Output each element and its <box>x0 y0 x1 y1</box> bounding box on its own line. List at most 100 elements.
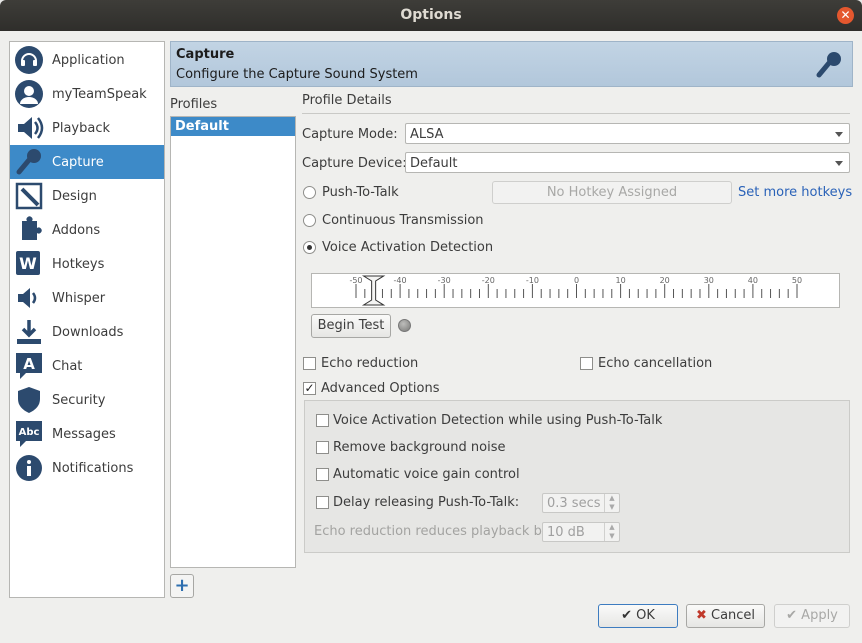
capture-device-select[interactable]: Default <box>405 152 850 173</box>
shield-icon <box>14 385 44 415</box>
sidebar-item-myteamspeak[interactable]: myTeamSpeak <box>10 77 164 111</box>
threshold-slider-handle[interactable] <box>361 275 386 306</box>
profile-details-title: Profile Details <box>302 93 392 108</box>
design-icon <box>14 181 44 211</box>
sidebar-item-design[interactable]: Design <box>10 179 164 213</box>
set-more-hotkeys-link[interactable]: Set more hotkeys <box>738 185 852 200</box>
delay-ptt-checkbox[interactable] <box>316 496 329 509</box>
options-window: Application myTeamSpeak Playback Capture… <box>0 31 862 643</box>
sidebar-item-label: Playback <box>52 120 111 136</box>
voice-activation-label: Voice Activation Detection <box>322 240 494 255</box>
user-icon <box>14 79 44 109</box>
sidebar-item-downloads[interactable]: Downloads <box>10 315 164 349</box>
keyboard-w-icon: W <box>14 249 44 279</box>
remove-noise-checkbox[interactable] <box>316 441 329 454</box>
page-header: Capture Configure the Capture Sound Syst… <box>170 41 853 87</box>
echo-reduction-label: Echo reduction <box>321 356 419 371</box>
info-icon <box>14 453 44 483</box>
speaker-icon <box>14 113 44 143</box>
voice-level-meter[interactable]: -50 -40 -30 -20 -10 0 10 20 30 40 50 <box>311 273 840 308</box>
echo-cancellation-checkbox[interactable] <box>580 357 593 370</box>
messages-icon: Abc <box>14 419 44 449</box>
sidebar-item-notifications[interactable]: Notifications <box>10 451 164 485</box>
sidebar-item-playback[interactable]: Playback <box>10 111 164 145</box>
echo-reduce-playback-label: Echo reduction reduces playback by: <box>314 524 553 539</box>
ok-label: OK <box>636 608 655 623</box>
push-to-talk-radio[interactable] <box>303 186 316 199</box>
capture-mode-select[interactable]: ALSA <box>405 123 850 144</box>
meter-tick-label: 30 <box>704 276 714 285</box>
svg-text:W: W <box>19 254 37 273</box>
chat-icon: A <box>14 351 44 381</box>
meter-tick-label: 40 <box>748 276 758 285</box>
close-button[interactable]: ✕ <box>837 7 854 24</box>
check-icon: ✔ <box>621 608 632 623</box>
delay-ptt-spinbox[interactable]: 0.3 secs ▲ ▼ <box>542 493 620 513</box>
sidebar-item-label: Design <box>52 188 97 204</box>
microphone-icon <box>814 50 844 80</box>
capture-mode-value: ALSA <box>410 127 444 142</box>
divider <box>302 113 850 114</box>
push-to-talk-label: Push-To-Talk <box>322 185 399 200</box>
sidebar-item-label: Messages <box>52 426 116 442</box>
meter-tick-label: -50 <box>349 276 362 285</box>
sidebar-item-addons[interactable]: Addons <box>10 213 164 247</box>
page-title: Capture <box>176 47 235 62</box>
hotkey-button[interactable]: No Hotkey Assigned <box>492 181 732 204</box>
apply-label: Apply <box>801 608 838 623</box>
advanced-options-label: Advanced Options <box>321 381 440 396</box>
sidebar-item-label: Security <box>52 392 106 408</box>
continuous-transmission-radio[interactable] <box>303 214 316 227</box>
sidebar-item-label: Chat <box>52 358 83 374</box>
advanced-options-group: Voice Activation Detection while using P… <box>304 400 850 553</box>
echo-cancellation-label: Echo cancellation <box>598 356 713 371</box>
sidebar-item-label: Downloads <box>52 324 124 340</box>
meter-tick-label: -40 <box>394 276 407 285</box>
voice-activation-radio[interactable] <box>303 241 316 254</box>
meter-tick-label: 20 <box>660 276 670 285</box>
advanced-options-checkbox[interactable]: ✓ <box>303 382 316 395</box>
page-subtitle: Configure the Capture Sound System <box>176 67 418 82</box>
begin-test-button[interactable]: Begin Test <box>311 314 391 338</box>
microphone-icon <box>14 147 44 177</box>
meter-tick-label: -10 <box>526 276 539 285</box>
profiles-list: Default <box>170 116 296 568</box>
sidebar-item-capture[interactable]: Capture <box>10 145 164 179</box>
meter-scale: -50 -40 -30 -20 -10 0 10 20 30 40 50 <box>349 275 802 306</box>
sidebar-item-security[interactable]: Security <box>10 383 164 417</box>
sidebar-item-application[interactable]: Application <box>10 43 164 77</box>
delay-ptt-value: 0.3 secs <box>547 496 601 511</box>
echo-reduction-checkbox[interactable] <box>303 357 316 370</box>
meter-tick-label: 50 <box>792 276 802 285</box>
sidebar-item-chat[interactable]: A Chat <box>10 349 164 383</box>
sidebar-item-label: Whisper <box>52 290 106 306</box>
cancel-x-icon: ✖ <box>695 608 707 623</box>
spin-arrows-icon[interactable]: ▲ ▼ <box>604 523 619 541</box>
window-title: Options <box>400 7 462 23</box>
whisper-icon <box>14 283 44 313</box>
download-icon <box>14 317 44 347</box>
echo-reduce-value: 10 dB <box>547 525 585 540</box>
sidebar-item-whisper[interactable]: Whisper <box>10 281 164 315</box>
capture-mode-label: Capture Mode: <box>302 127 398 142</box>
agc-checkbox[interactable] <box>316 468 329 481</box>
add-profile-button[interactable]: + <box>170 574 194 598</box>
spin-arrows-icon[interactable]: ▲ ▼ <box>604 494 619 512</box>
cancel-button[interactable]: ✖ Cancel <box>686 604 765 628</box>
puzzle-icon <box>14 215 44 245</box>
sidebar-item-hotkeys[interactable]: W Hotkeys <box>10 247 164 281</box>
sidebar-item-messages[interactable]: Abc Messages <box>10 417 164 451</box>
apply-button[interactable]: ✔ Apply <box>774 604 850 628</box>
headset-icon <box>14 45 44 75</box>
profiles-label: Profiles <box>170 97 218 112</box>
cancel-label: Cancel <box>711 608 756 623</box>
ok-button[interactable]: ✔ OK <box>598 604 678 628</box>
vad-while-ptt-checkbox[interactable] <box>316 414 329 427</box>
capture-device-label: Capture Device: <box>302 156 407 171</box>
meter-tick-label: -20 <box>482 276 495 285</box>
profile-item-default[interactable]: Default <box>171 117 295 136</box>
check-icon: ✔ <box>786 608 798 623</box>
agc-label: Automatic voice gain control <box>333 467 520 482</box>
sidebar-item-label: myTeamSpeak <box>52 86 147 102</box>
echo-reduce-spinbox[interactable]: 10 dB ▲ ▼ <box>542 522 620 542</box>
